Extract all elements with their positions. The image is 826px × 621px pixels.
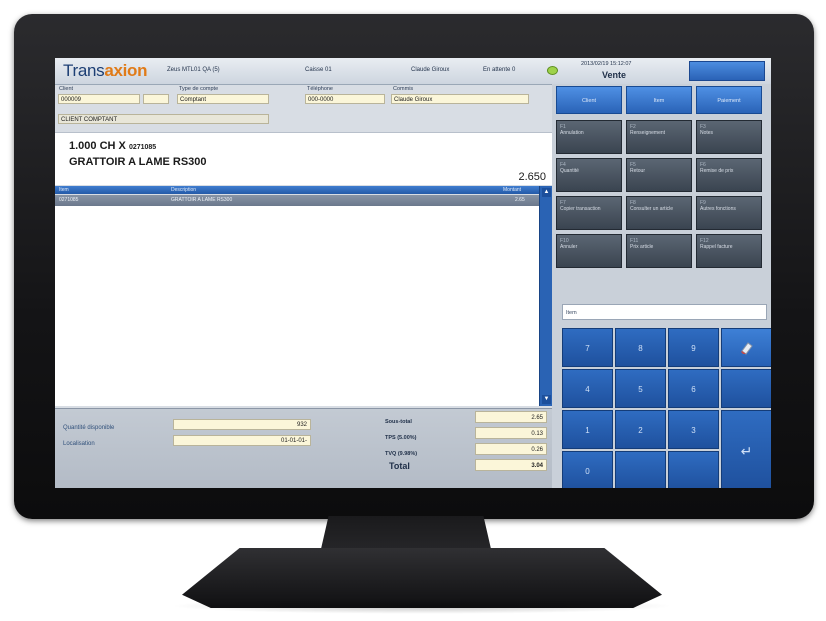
col-description[interactable]: Description: [171, 186, 196, 194]
user-name: Claude Giroux: [411, 67, 450, 73]
item-description: GRATTOIR A LAME RS300: [69, 156, 207, 168]
f7-copy-button[interactable]: F7 Copier transaction: [556, 196, 622, 230]
key-5[interactable]: 5: [615, 369, 666, 408]
qty-available-label: Quantité disponible: [63, 425, 115, 431]
key-8[interactable]: 8: [615, 328, 666, 367]
client-button[interactable]: Client: [556, 86, 622, 114]
payment-button[interactable]: Paiement: [696, 86, 762, 114]
datetime-label: 2013/02/19 15:12:07: [581, 61, 632, 67]
top-bar: Transaxion Zeus MTL01 QA (5) Caisse 01 C…: [55, 58, 771, 85]
table-row[interactable]: 0271085 GRATTOIR A LAME RS300 2.65: [55, 195, 539, 206]
item-price: 2.650: [518, 171, 546, 183]
enter-icon: ↵: [740, 443, 753, 459]
monitor-shadow: [170, 598, 674, 614]
entry-input[interactable]: Item: [562, 304, 767, 320]
f9-other-button[interactable]: F9 Autres fonctions: [696, 196, 762, 230]
client-name-field: CLIENT COMPTANT: [58, 114, 269, 124]
col-amount[interactable]: Montant: [503, 186, 521, 194]
f6-discount-button[interactable]: F6 Remise de prix: [696, 158, 762, 192]
f10-void-button[interactable]: F10 Annuler: [556, 234, 622, 268]
account-type-label: Type de compte: [179, 86, 219, 92]
f1-cancel-button[interactable]: F1 Annulation: [556, 120, 622, 154]
location-field: 01-01-01-: [173, 435, 311, 446]
mode-title: Vente: [602, 70, 627, 80]
item-button[interactable]: Item: [626, 86, 692, 114]
item-quantity-line: 1.000 CH X 0271085: [69, 140, 157, 152]
eraser-icon: [740, 342, 753, 355]
clear-key[interactable]: [721, 328, 771, 367]
key-3[interactable]: 3: [668, 410, 719, 449]
key-9[interactable]: 9: [668, 328, 719, 367]
enter-key[interactable]: ↵: [721, 410, 771, 488]
tvq-field: 0.26: [475, 443, 547, 455]
scroll-down-icon[interactable]: ▼: [542, 395, 551, 404]
register-label: Caisse 01: [305, 67, 332, 73]
client-field[interactable]: 000009: [58, 94, 140, 104]
items-grid-body[interactable]: [55, 206, 539, 406]
clerk-field[interactable]: Claude Giroux: [391, 94, 529, 104]
key-1[interactable]: 1: [562, 410, 613, 449]
item-code: 0271085: [128, 144, 157, 151]
row-description: GRATTOIR A LAME RS300: [171, 197, 233, 203]
row-amount: 2.65: [515, 197, 525, 203]
tps-label: TPS (5.00%): [385, 435, 417, 441]
row-item: 0271085: [59, 197, 79, 203]
key-decimal[interactable]: [668, 451, 719, 488]
f12-recall-button[interactable]: F12 Rappel facture: [696, 234, 762, 268]
f3-notes-button[interactable]: F3 Notes: [696, 120, 762, 154]
phone-label: Téléphone: [307, 86, 333, 92]
subtotal-field: 2.65: [475, 411, 547, 423]
key-extra[interactable]: [721, 369, 771, 408]
grid-scrollbar[interactable]: ▲ ▼: [539, 186, 553, 406]
pos-screen: Transaxion Zeus MTL01 QA (5) Caisse 01 C…: [55, 58, 771, 488]
qty-available-field: 932: [173, 419, 311, 430]
store-name: Zeus MTL01 QA (5): [167, 67, 220, 73]
total-label: Total: [389, 461, 410, 471]
f4-quantity-button[interactable]: F4 Quantité: [556, 158, 622, 192]
f5-return-button[interactable]: F5 Retour: [626, 158, 692, 192]
app-logo: Transaxion: [63, 61, 148, 80]
key-6[interactable]: 6: [668, 369, 719, 408]
f11-price-button[interactable]: F11 Prix article: [626, 234, 692, 268]
col-item[interactable]: Item: [59, 186, 69, 194]
tvq-label: TVQ (9.98%): [385, 451, 418, 457]
f8-lookup-button[interactable]: F8 Consulter un article: [626, 196, 692, 230]
scroll-up-icon[interactable]: ▲: [542, 188, 551, 197]
client-label: Client: [59, 86, 74, 92]
f2-info-button[interactable]: F2 Renseignement: [626, 120, 692, 154]
key-double-zero[interactable]: [615, 451, 666, 488]
item-display: 1.000 CH X 0271085 GRATTOIR A LAME RS300…: [55, 132, 552, 185]
phone-field[interactable]: 000-0000: [305, 94, 385, 104]
menu-button[interactable]: [689, 61, 765, 81]
client-suffix-field[interactable]: [143, 94, 169, 104]
status-indicator-icon: [547, 66, 558, 75]
tps-field: 0.13: [475, 427, 547, 439]
clerk-label: Commis: [393, 86, 414, 92]
summary-panel: Quantité disponible 932 Localisation 01-…: [55, 408, 552, 488]
items-grid-header: Item Description Montant: [55, 186, 539, 194]
key-7[interactable]: 7: [562, 328, 613, 367]
action-panel: Client Item Paiement F1 Annulation F2 Rens…: [552, 84, 771, 488]
account-type-field[interactable]: Comptant: [177, 94, 269, 104]
total-field: 3.04: [475, 459, 547, 471]
key-0[interactable]: 0: [562, 451, 613, 488]
location-label: Localisation: [63, 441, 95, 447]
key-2[interactable]: 2: [615, 410, 666, 449]
key-4[interactable]: 4: [562, 369, 613, 408]
pending-count: En attente 0: [483, 67, 516, 73]
subtotal-label: Sous-total: [385, 419, 412, 425]
